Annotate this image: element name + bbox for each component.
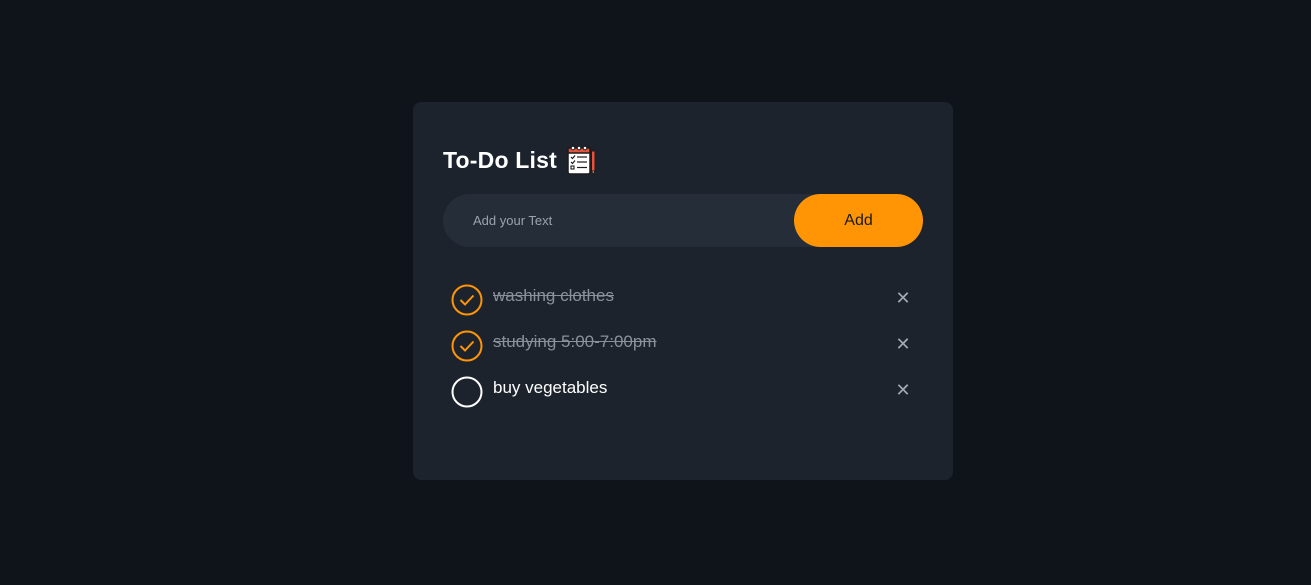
todo-item-text: buy vegetables	[493, 378, 608, 397]
todo-item[interactable]: studying 5:00-7:00pm ✕	[451, 328, 925, 374]
todo-item-text: studying 5:00-7:00pm	[493, 332, 657, 351]
checked-circle-icon[interactable]	[451, 330, 483, 362]
todo-text-input[interactable]	[443, 194, 794, 247]
todo-item[interactable]: buy vegetables ✕	[451, 374, 925, 420]
notepad-checklist-icon	[565, 144, 597, 176]
add-todo-form: Add	[443, 194, 923, 247]
close-icon[interactable]: ✕	[895, 334, 911, 354]
checked-circle-icon[interactable]	[451, 284, 483, 316]
close-icon[interactable]: ✕	[895, 288, 911, 308]
todo-card: To-Do List Add your Text Add washing clo…	[413, 102, 953, 480]
page-title: To-Do List	[443, 146, 557, 173]
title-row: To-Do List	[443, 142, 597, 178]
todo-list: washing clothes ✕ studying 5:00-7:00pm ✕…	[451, 282, 925, 420]
add-button[interactable]: Add	[794, 194, 923, 247]
todo-item-text: washing clothes	[493, 286, 614, 305]
close-icon[interactable]: ✕	[895, 380, 911, 400]
unchecked-circle-icon[interactable]	[451, 376, 483, 408]
todo-item[interactable]: washing clothes ✕	[451, 282, 925, 328]
